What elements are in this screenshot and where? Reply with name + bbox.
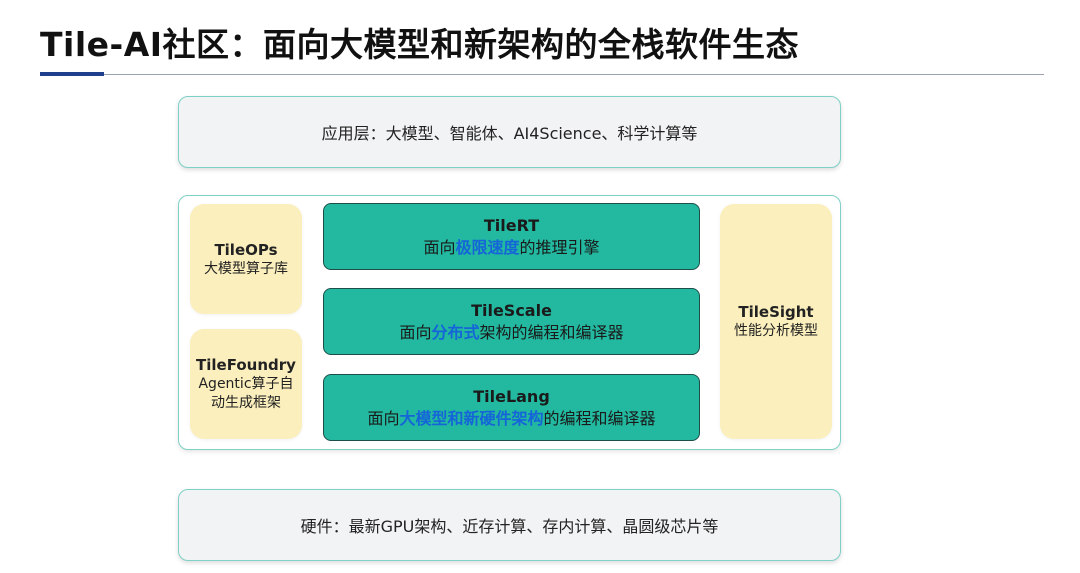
tilesight-card: TileSight 性能分析模型: [720, 204, 832, 439]
tilescale-card: TileScale 面向分布式架构的编程和编译器: [323, 288, 700, 355]
title-accent-bar: [40, 72, 104, 76]
tilelang-description: 面向大模型和新硬件架构的编程和编译器: [367, 408, 655, 430]
hardware-layer-box: 硬件：最新GPU架构、近存计算、存内计算、晶圆级芯片等: [178, 489, 841, 561]
tilert-card: TileRT 面向极限速度的推理引擎: [323, 203, 700, 270]
tilefoundry-card: TileFoundry Agentic算子自动生成框架: [190, 329, 302, 439]
tilelang-desc-prefix: 面向: [367, 408, 400, 428]
tileops-subtitle: 大模型算子库: [204, 260, 288, 277]
tilefoundry-subtitle: Agentic算子自动生成框架: [198, 376, 294, 411]
tilescale-desc-prefix: 面向: [399, 322, 432, 342]
tilesight-title: TileSight: [738, 303, 814, 321]
tilert-title: TileRT: [483, 215, 540, 235]
tilescale-description: 面向分布式架构的编程和编译器: [399, 322, 623, 344]
tilescale-desc-suffix: 架构的编程和编译器: [479, 322, 624, 342]
tilert-description: 面向极限速度的推理引擎: [423, 237, 599, 259]
tilescale-title: TileScale: [471, 300, 552, 320]
tileops-card: TileOPs 大模型算子库: [190, 204, 302, 314]
tilelang-desc-suffix: 的编程和编译器: [543, 408, 656, 428]
title-divider: [40, 74, 1044, 75]
application-layer-box: 应用层：大模型、智能体、AI4Science、科学计算等: [178, 96, 841, 168]
hardware-layer-label: 硬件：最新GPU架构、近存计算、存内计算、晶圆级芯片等: [300, 517, 719, 536]
tilefoundry-title: TileFoundry: [196, 356, 296, 374]
tileops-title: TileOPs: [214, 240, 278, 259]
tilert-desc-prefix: 面向: [423, 237, 456, 257]
tilescale-desc-highlight: 分布式: [431, 322, 480, 342]
page-title: Tile-AI社区：面向大模型和新架构的全栈软件生态: [40, 25, 800, 64]
tilert-desc-suffix: 的推理引擎: [519, 237, 600, 257]
tilelang-desc-highlight: 大模型和新硬件架构: [399, 408, 544, 428]
tilelang-title: TileLang: [473, 386, 550, 406]
tilert-desc-highlight: 极限速度: [455, 237, 520, 257]
tilelang-card: TileLang 面向大模型和新硬件架构的编程和编译器: [323, 374, 700, 441]
application-layer-label: 应用层：大模型、智能体、AI4Science、科学计算等: [321, 124, 698, 143]
tilesight-subtitle: 性能分析模型: [734, 323, 818, 339]
